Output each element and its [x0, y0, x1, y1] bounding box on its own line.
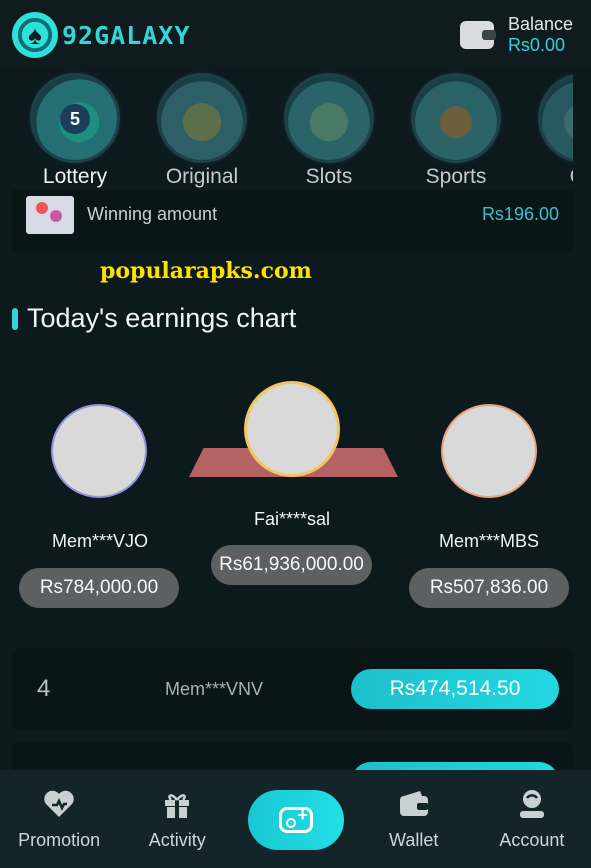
original-games-icon — [157, 73, 247, 163]
category-lottery[interactable]: 5 Lottery — [30, 70, 120, 190]
category-original[interactable]: Original — [157, 70, 247, 190]
gamepad-icon — [279, 805, 314, 833]
app-logo[interactable]: 92GALAXY — [12, 12, 190, 58]
section-title: Today's earnings chart — [27, 303, 297, 333]
nav-label: Activity — [148, 830, 206, 850]
nav-activity[interactable]: Activity — [118, 770, 236, 868]
rank-amount-badge: Rs474,514.50 — [351, 669, 559, 709]
podium-name-rank-1: Fai****sal — [253, 509, 331, 529]
account-icon — [515, 788, 549, 820]
category-label: Slots — [305, 165, 353, 188]
podium-amount-rank-3: Rs507,836.00 — [409, 568, 569, 608]
nav-wallet[interactable]: Wallet — [355, 770, 473, 868]
game-category-strip: 5 Lottery Original Slots Sports Ca — [0, 70, 573, 190]
avatar-rank-1 — [244, 381, 340, 477]
rank-member-name: Mem***VNV — [165, 678, 264, 699]
podium-name-rank-3: Mem***MBS — [438, 531, 540, 551]
winning-info-row: Winning amount Rs196.00 — [12, 190, 573, 253]
slot-machine-icon — [284, 73, 374, 163]
lottery-thumbnail-icon — [26, 195, 74, 234]
category-slots[interactable]: Slots — [284, 70, 374, 190]
category-casino[interactable]: Ca — [538, 70, 573, 190]
category-label: Original — [165, 165, 239, 188]
poker-chip-logo-icon — [12, 12, 58, 58]
nav-label: Wallet — [389, 830, 439, 850]
section-accent-bar — [12, 307, 18, 330]
gift-icon — [160, 788, 194, 820]
avatar-rank-3 — [441, 404, 537, 498]
balance-label: Balance — [507, 14, 573, 34]
sports-icon — [411, 73, 501, 163]
nav-promotion[interactable]: Promotion — [0, 770, 118, 868]
app-header: 92GALAXY Balance Rs0.00 — [0, 0, 591, 70]
lottery-balls-icon: 5 — [30, 73, 120, 163]
games-button[interactable] — [248, 790, 345, 850]
casino-icon — [538, 73, 573, 163]
balance-widget[interactable]: Balance Rs0.00 — [459, 14, 573, 56]
nav-games[interactable] — [236, 770, 354, 868]
podium-amount-rank-1: Rs61,936,000.00 — [211, 545, 372, 585]
podium-name-rank-2: Mem***VJO — [51, 531, 149, 551]
logo-text: 92GALAXY — [62, 20, 191, 50]
avatar-rank-2 — [51, 404, 147, 498]
bottom-navigation: Promotion Activity Wallet Account — [0, 770, 591, 868]
nav-label: Account — [499, 830, 565, 850]
category-sports[interactable]: Sports — [411, 70, 501, 190]
winning-amount: Rs196.00 — [481, 204, 559, 224]
watermark-text: popularapks.com — [100, 258, 312, 284]
category-label: Lottery — [42, 165, 108, 188]
category-label: Ca — [570, 165, 573, 189]
balance-value: Rs0.00 — [507, 35, 565, 55]
earnings-section-header: Today's earnings chart — [12, 303, 296, 334]
rank-number: 4 — [37, 675, 51, 702]
wallet-icon — [459, 21, 496, 49]
podium-amount-rank-2: Rs784,000.00 — [19, 568, 179, 608]
nav-account[interactable]: Account — [473, 770, 591, 868]
winning-label: Winning amount — [87, 204, 218, 224]
wallet-icon — [397, 788, 431, 820]
promotion-icon — [42, 788, 76, 820]
nav-label: Promotion — [18, 830, 101, 850]
category-label: Sports — [425, 165, 487, 188]
ranking-row: 4 Mem***VNV Rs474,514.50 — [12, 648, 573, 730]
